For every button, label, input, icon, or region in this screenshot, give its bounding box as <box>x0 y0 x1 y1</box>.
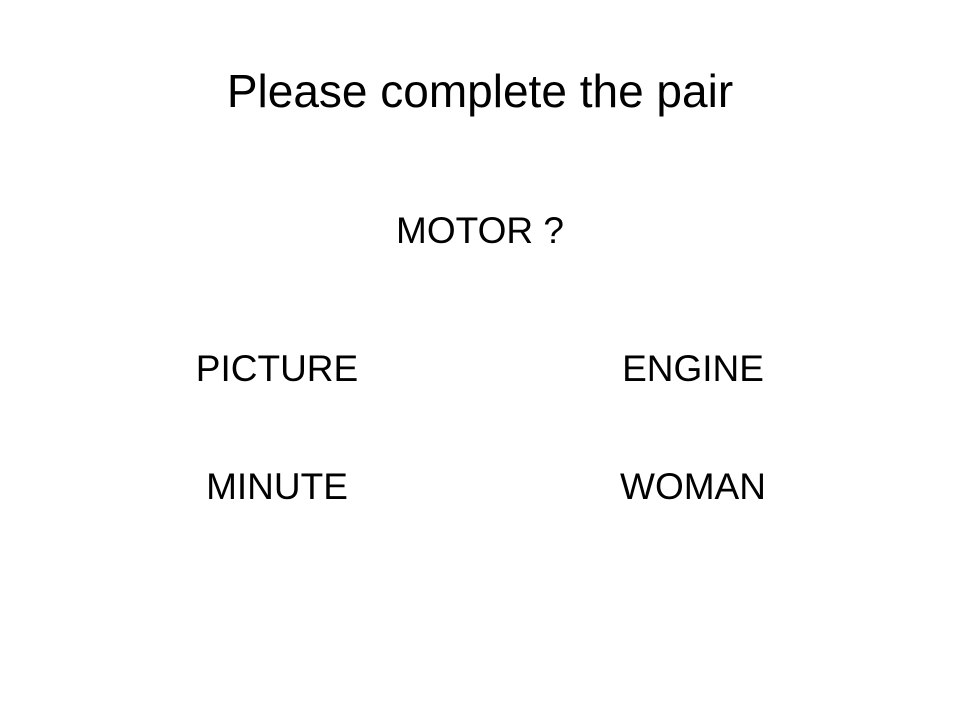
prompt-word: MOTOR ? <box>396 210 564 251</box>
option-picture[interactable]: PICTURE <box>127 344 427 394</box>
option-woman[interactable]: WOMAN <box>543 462 843 512</box>
option-minute[interactable]: MINUTE <box>127 462 427 512</box>
page-title: Please complete the pair <box>226 65 734 117</box>
option-engine[interactable]: ENGINE <box>543 344 843 394</box>
slide: Please complete the pair MOTOR ? PICTURE… <box>0 0 960 720</box>
